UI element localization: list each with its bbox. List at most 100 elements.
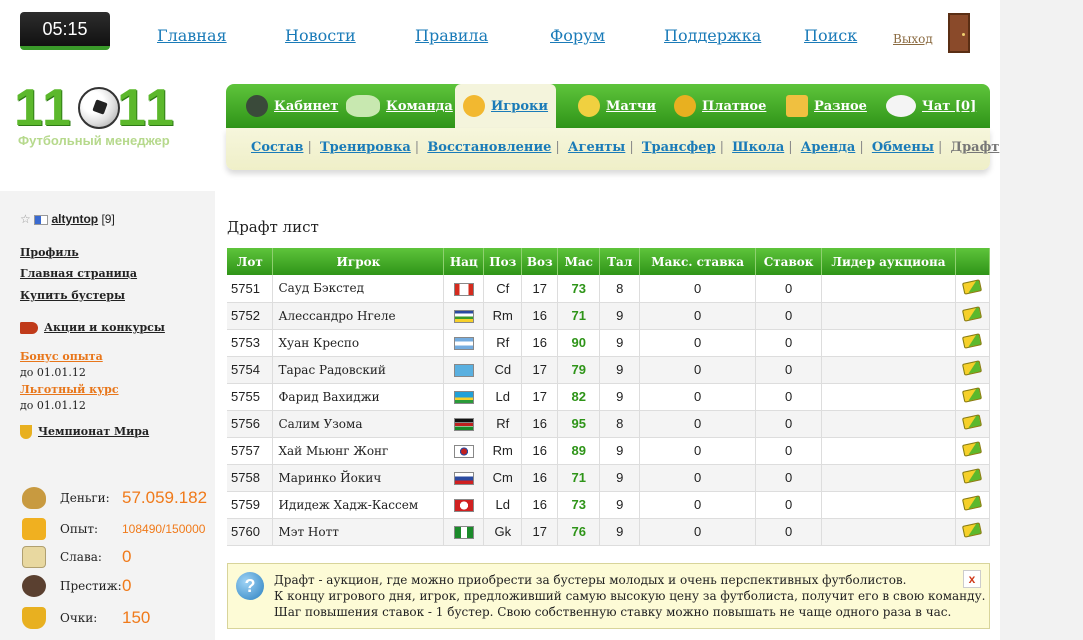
age-cell: 16 bbox=[521, 464, 559, 492]
player-name-cell[interactable]: Идидеж Хадж-Кассем bbox=[272, 491, 445, 519]
subtab-loan[interactable]: Аренда bbox=[801, 140, 856, 155]
player-name-cell[interactable]: Сауд Бэкстед bbox=[272, 275, 445, 303]
position-cell: Rm bbox=[483, 302, 523, 330]
nav-home[interactable]: Главная bbox=[157, 26, 227, 45]
place-bid-icon[interactable] bbox=[962, 387, 983, 403]
bonus-experience-until: до 01.01.12 bbox=[20, 366, 86, 379]
beer-icon bbox=[786, 95, 808, 117]
tab-cabinet[interactable]: Кабинет bbox=[246, 84, 338, 128]
player-name-cell[interactable]: Салим Узома bbox=[272, 410, 445, 438]
mastery-cell: 95 bbox=[557, 410, 601, 438]
subtab-agents[interactable]: Агенты bbox=[568, 140, 625, 155]
question-icon: ? bbox=[236, 572, 264, 600]
place-bid-icon[interactable] bbox=[962, 468, 983, 484]
player-name-cell[interactable]: Алессандро Нгеле bbox=[272, 302, 445, 330]
bids-cell: 0 bbox=[755, 518, 823, 546]
experience-icon bbox=[22, 518, 46, 540]
promo-link[interactable]: Акции и конкурсы bbox=[44, 321, 165, 334]
player-name-cell[interactable]: Тарас Радовский bbox=[272, 356, 445, 384]
rwanda-flag-icon bbox=[453, 391, 474, 405]
player-name-cell[interactable]: Маринко Йокич bbox=[272, 464, 445, 492]
tab-paid[interactable]: Платное bbox=[674, 84, 766, 128]
nav-news[interactable]: Новости bbox=[285, 26, 356, 45]
nav-forum[interactable]: Форум bbox=[550, 26, 605, 45]
bonus-experience-link[interactable]: Бонус опыта bbox=[20, 350, 103, 363]
nation-cell bbox=[443, 302, 485, 330]
position-cell: Ld bbox=[483, 491, 523, 519]
nav-rules[interactable]: Правила bbox=[415, 26, 488, 45]
subtab-recovery[interactable]: Восстановление bbox=[427, 140, 551, 155]
table-row: 5751 Сауд Бэкстед Cf 17 73 8 0 0 bbox=[227, 275, 991, 303]
leader-cell bbox=[821, 464, 956, 492]
close-button[interactable]: x bbox=[963, 570, 981, 588]
talent-cell: 9 bbox=[599, 329, 641, 357]
star-icon[interactable]: ☆ bbox=[20, 212, 31, 226]
talent-cell: 9 bbox=[599, 302, 641, 330]
talent-cell: 9 bbox=[599, 518, 641, 546]
nation-cell bbox=[443, 437, 485, 465]
nation-cell bbox=[443, 491, 485, 519]
logo-subtitle: Футбольный менеджер bbox=[18, 133, 170, 148]
draft-table: Лот Игрок Нац Поз Воз Мас Тал Макс. став… bbox=[227, 248, 991, 546]
age-cell: 16 bbox=[521, 491, 559, 519]
subtab-squad[interactable]: Состав bbox=[251, 140, 303, 155]
col-leader: Лидер аукциона bbox=[821, 248, 956, 275]
table-row: 5752 Алессандро Нгеле Rm 16 71 9 0 0 bbox=[227, 302, 991, 330]
right-background bbox=[1000, 0, 1083, 640]
username-link[interactable]: altyntop bbox=[51, 212, 98, 226]
lot-cell: 5753 bbox=[227, 329, 274, 357]
action-cell bbox=[955, 275, 991, 303]
lot-cell: 5758 bbox=[227, 464, 274, 492]
subtab-training[interactable]: Тренировка bbox=[320, 140, 411, 155]
subtab-draft[interactable]: Драфт bbox=[951, 140, 1000, 155]
place-bid-icon[interactable] bbox=[962, 360, 983, 376]
position-cell: Cd bbox=[483, 356, 523, 384]
tab-chat[interactable]: Чат [0] bbox=[886, 84, 976, 128]
lot-cell: 5751 bbox=[227, 275, 274, 303]
age-cell: 17 bbox=[521, 518, 559, 546]
subtab-exchange[interactable]: Обмены bbox=[872, 140, 934, 155]
logout-link[interactable]: Выход bbox=[893, 32, 933, 46]
tab-players[interactable]: Игроки bbox=[455, 84, 557, 128]
door-icon[interactable] bbox=[948, 13, 970, 53]
tab-team[interactable]: Команда bbox=[346, 84, 453, 128]
place-bid-icon[interactable] bbox=[962, 441, 983, 457]
player-name-cell[interactable]: Хуан Креспо bbox=[272, 329, 445, 357]
place-bid-icon[interactable] bbox=[962, 414, 983, 430]
canada-flag-icon bbox=[453, 282, 474, 296]
table-row: 5757 Хай Мьюнг Жонг Rm 16 89 9 0 0 bbox=[227, 437, 991, 465]
max-bid-cell: 0 bbox=[639, 302, 757, 330]
nav-support[interactable]: Поддержка bbox=[664, 26, 761, 45]
subtab-transfer[interactable]: Трансфер bbox=[642, 140, 716, 155]
table-row: 5753 Хуан Креспо Rf 16 90 9 0 0 bbox=[227, 329, 991, 357]
player-name-cell[interactable]: Хай Мьюнг Жонг bbox=[272, 437, 445, 465]
place-bid-icon[interactable] bbox=[962, 522, 983, 538]
nav-search[interactable]: Поиск bbox=[804, 26, 857, 45]
nigeria-flag-icon bbox=[453, 526, 474, 540]
discount-rate-link[interactable]: Льготный курс bbox=[20, 383, 119, 396]
age-cell: 16 bbox=[521, 329, 559, 357]
profile-link[interactable]: Профиль bbox=[20, 246, 79, 259]
bids-cell: 0 bbox=[755, 275, 823, 303]
home-page-link[interactable]: Главная страница bbox=[20, 267, 137, 280]
subtab-school[interactable]: Школа bbox=[732, 140, 784, 155]
place-bid-icon[interactable] bbox=[962, 306, 983, 322]
manager-icon bbox=[246, 95, 268, 117]
stat-money: Деньги: 57.059.182 bbox=[22, 487, 207, 509]
place-bid-icon[interactable] bbox=[962, 279, 983, 295]
championship-link[interactable]: Чемпионат Мира bbox=[38, 425, 149, 438]
tab-matches[interactable]: Матчи bbox=[578, 84, 656, 128]
leader-cell bbox=[821, 383, 956, 411]
talent-cell: 9 bbox=[599, 491, 641, 519]
place-bid-icon[interactable] bbox=[962, 333, 983, 349]
player-name-cell[interactable]: Мэт Нотт bbox=[272, 518, 445, 546]
mastery-cell: 73 bbox=[557, 491, 601, 519]
tab-misc[interactable]: Разное bbox=[786, 84, 867, 128]
place-bid-icon[interactable] bbox=[962, 495, 983, 511]
coins-icon bbox=[674, 95, 696, 117]
table-row: 5759 Идидеж Хадж-Кассем Ld 16 73 9 0 0 bbox=[227, 491, 991, 519]
lot-cell: 5759 bbox=[227, 491, 274, 519]
player-name-cell[interactable]: Фарид Вахиджи bbox=[272, 383, 445, 411]
buy-boosters-link[interactable]: Купить бустеры bbox=[20, 289, 125, 302]
max-bid-cell: 0 bbox=[639, 275, 757, 303]
